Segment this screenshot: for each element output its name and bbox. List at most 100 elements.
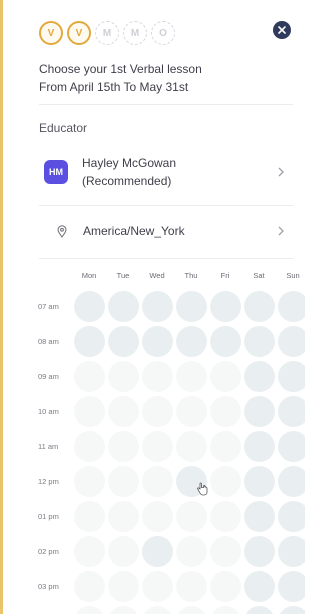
time-slot[interactable] [276,534,305,569]
time-slot[interactable] [106,394,140,429]
time-slot[interactable] [72,534,106,569]
chevron-right-icon [275,164,287,180]
time-slot[interactable] [242,569,276,604]
time-slot[interactable] [106,324,140,359]
time-slot[interactable] [174,569,208,604]
time-slot[interactable] [140,534,174,569]
time-slot[interactable] [140,464,174,499]
time-slot[interactable] [174,429,208,464]
time-slot[interactable] [276,289,305,324]
time-slot[interactable] [208,604,242,614]
time-slot[interactable] [106,429,140,464]
time-slot[interactable] [276,464,305,499]
day-header-sat: Sat [253,271,265,280]
time-slot[interactable] [242,324,276,359]
time-slot[interactable] [174,499,208,534]
time-slot[interactable] [106,464,140,499]
time-slot[interactable] [174,359,208,394]
time-slot-circle [141,501,173,532]
time-slot[interactable] [276,499,305,534]
time-slot-circle [277,501,305,532]
time-slot[interactable] [140,429,174,464]
time-slot-circle [175,291,207,322]
time-slot-circle [209,571,241,602]
time-slot[interactable] [106,359,140,394]
time-slot[interactable] [72,289,106,324]
time-slot[interactable] [106,534,140,569]
time-slot[interactable] [140,499,174,534]
time-slot[interactable] [72,394,106,429]
time-slot[interactable] [208,464,242,499]
time-slot[interactable] [242,604,276,614]
time-slot[interactable] [140,569,174,604]
time-slot-circle [243,571,275,602]
time-slot[interactable] [242,289,276,324]
time-slot[interactable] [174,604,208,614]
time-slot[interactable] [140,324,174,359]
time-slot[interactable] [276,359,305,394]
time-slot-circle [73,291,105,322]
time-slot[interactable] [72,604,106,614]
time-slot[interactable] [208,324,242,359]
time-slot-circle [277,361,305,392]
time-slot[interactable] [276,604,305,614]
time-slot[interactable] [276,394,305,429]
close-button[interactable] [273,21,291,39]
time-slot-circle [243,326,275,357]
time-slot[interactable] [174,289,208,324]
educator-recommended-note: (Recommended) [82,174,172,188]
time-slot[interactable] [140,394,174,429]
time-slot-circle [209,466,241,497]
time-slot[interactable] [276,569,305,604]
time-slot[interactable] [208,289,242,324]
time-slot[interactable] [242,394,276,429]
step-verbal-1[interactable]: V [39,21,63,45]
time-slot[interactable] [174,394,208,429]
time-slot[interactable] [276,429,305,464]
time-slot[interactable] [208,499,242,534]
time-slot[interactable] [72,464,106,499]
time-slot[interactable] [72,324,106,359]
time-slot[interactable] [72,359,106,394]
time-slot[interactable] [208,569,242,604]
time-slot-circle [141,396,173,427]
time-slot[interactable] [242,429,276,464]
timezone-selector[interactable]: America/New_York [39,216,293,246]
time-slot[interactable] [106,569,140,604]
time-slot[interactable] [72,569,106,604]
time-slot[interactable] [208,394,242,429]
slot-row [72,324,305,359]
time-slot[interactable] [106,499,140,534]
step-other[interactable]: O [151,21,175,45]
time-slot[interactable] [72,429,106,464]
time-slot[interactable] [140,289,174,324]
time-slot[interactable] [242,359,276,394]
time-slot[interactable] [208,534,242,569]
time-slot-circle [107,431,139,462]
time-slot[interactable] [242,464,276,499]
slot-row [72,499,305,534]
step-math-2[interactable]: M [123,21,147,45]
educator-label: Educator [39,121,88,135]
time-slot-circle [107,466,139,497]
day-header-fri: Fri [220,271,230,280]
time-slot[interactable] [106,289,140,324]
slot-row [72,534,305,569]
time-slot[interactable] [276,324,305,359]
time-slot[interactable] [140,359,174,394]
time-slot[interactable] [208,359,242,394]
step-math-1[interactable]: M [95,21,119,45]
time-slot[interactable] [174,324,208,359]
time-slot[interactable] [208,429,242,464]
time-slot[interactable] [242,534,276,569]
educator-selector[interactable]: HM Hayley McGowan (Recommended) [39,150,293,194]
time-slot[interactable] [106,604,140,614]
time-slot[interactable] [174,534,208,569]
time-label: 12 pm [38,477,59,486]
time-slot[interactable] [242,499,276,534]
time-slot[interactable] [140,604,174,614]
time-slot-circle [141,326,173,357]
step-verbal-2[interactable]: V [67,21,91,45]
time-slot[interactable] [72,499,106,534]
slot-row [72,289,305,324]
